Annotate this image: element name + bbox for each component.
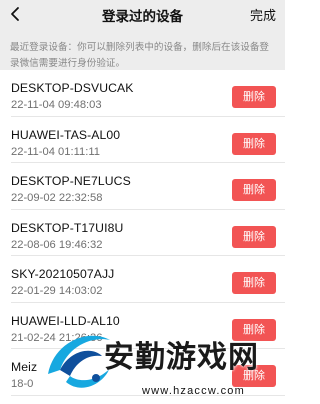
device-row: DESKTOP-T17UI8U 22-08-06 19:46:32 删除 <box>0 210 285 257</box>
device-name: DESKTOP-T17UI8U <box>11 220 124 235</box>
done-button[interactable]: 完成 <box>250 5 276 24</box>
device-row: HUAWEI-TAS-AL00 22-11-04 01:11:11 删除 <box>0 117 285 164</box>
delete-button[interactable]: 删除 <box>232 225 276 248</box>
device-login-time: 22-09-02 22:32:58 <box>11 192 103 204</box>
device-row: DESKTOP-DSVUCAK 22-11-04 09:48:03 删除 <box>0 70 285 117</box>
notice-text: 最近登录设备：你可以删除列表中的设备，删除后在该设备登录微信需要进行身份验证。 <box>0 30 285 70</box>
watermark-url: www.hzaccw.com <box>142 385 245 397</box>
delete-button[interactable]: 删除 <box>232 86 276 108</box>
device-login-time: 22-01-29 14:03:02 <box>11 285 103 297</box>
delete-button[interactable]: 删除 <box>232 179 276 201</box>
delete-button[interactable]: 删除 <box>232 272 276 294</box>
device-login-time: 18-0 <box>11 378 34 390</box>
device-name: DESKTOP-NE7LUCS <box>11 174 131 188</box>
device-login-time: 22-08-06 19:46:32 <box>11 238 103 251</box>
watermark: 安勤游戏网 www.hzaccw.com <box>40 318 285 404</box>
device-login-time: 22-11-04 09:48:03 <box>11 99 102 111</box>
device-row: DESKTOP-NE7LUCS 22-09-02 22:32:58 删除 <box>0 163 285 210</box>
delete-button[interactable]: 删除 <box>232 132 276 155</box>
device-name: SKY-20210507AJJ <box>11 267 115 281</box>
watermark-text: 安勤游戏网 <box>104 340 259 375</box>
page-title: 登录过的设备 <box>102 9 183 24</box>
device-name: Meiz <box>11 360 38 374</box>
device-login-time: 22-11-04 01:11:11 <box>11 145 100 158</box>
device-name: DESKTOP-DSVUCAK <box>11 81 134 95</box>
nav-bar: 登录过的设备 完成 <box>0 0 285 30</box>
device-name: HUAWEI-TAS-AL00 <box>11 127 121 142</box>
device-row: SKY-20210507AJJ 22-01-29 14:03:02 删除 <box>0 256 285 303</box>
